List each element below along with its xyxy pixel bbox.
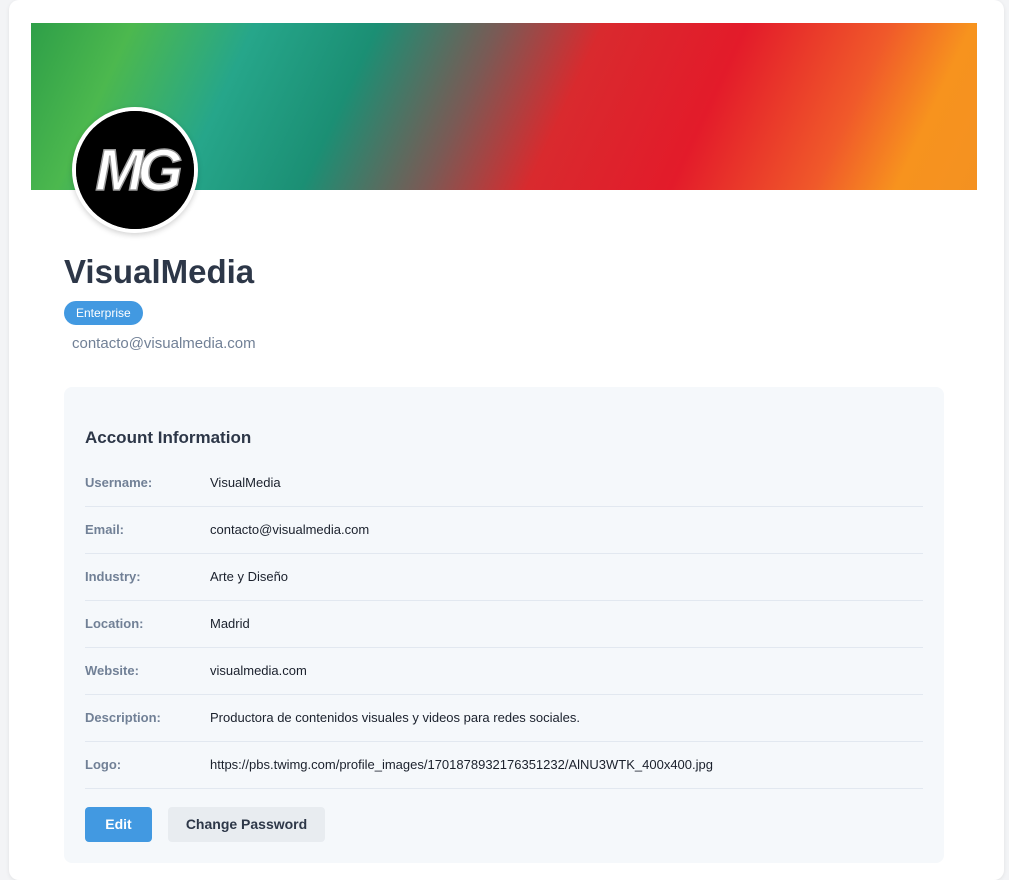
svg-text:MG: MG [95, 138, 181, 203]
avatar: MG [72, 107, 198, 233]
info-label: Username: [85, 475, 153, 490]
plan-badge: Enterprise [64, 301, 143, 325]
info-row-email: Email: contacto@visualmedia.com [85, 506, 923, 554]
info-row-industry: Industry: Arte y Diseño [85, 553, 923, 601]
info-value: https://pbs.twimg.com/profile_images/170… [210, 757, 713, 772]
edit-button[interactable]: Edit [85, 807, 152, 842]
account-info-panel: Account Information Username: VisualMedi… [64, 387, 944, 863]
info-label: Logo: [85, 757, 122, 772]
info-label: Website: [85, 663, 139, 678]
account-info-title: Account Information [85, 428, 252, 447]
info-label: Industry: [85, 569, 141, 584]
info-row-location: Location: Madrid [85, 600, 923, 648]
change-password-button[interactable]: Change Password [168, 807, 325, 842]
info-value: Arte y Diseño [210, 569, 289, 584]
info-value: Madrid [210, 616, 250, 631]
info-value: visualmedia.com [210, 663, 307, 678]
info-label: Email: [85, 522, 125, 537]
info-row-description: Description: Productora de contenidos vi… [85, 694, 923, 742]
info-row-website: Website: visualmedia.com [85, 647, 923, 695]
profile-email: contacto@visualmedia.com [72, 335, 256, 352]
info-row-username: Username: VisualMedia [85, 459, 923, 507]
avatar-logo: MG [76, 111, 194, 229]
info-label: Description: [85, 710, 161, 725]
company-logo-image: MG [76, 111, 194, 229]
info-value: Productora de contenidos visuales y vide… [210, 710, 580, 725]
info-row-logo: Logo: https://pbs.twimg.com/profile_imag… [85, 741, 923, 789]
info-value: VisualMedia [210, 475, 281, 490]
info-label: Location: [85, 616, 144, 631]
profile-name: VisualMedia [64, 253, 255, 290]
info-value: contacto@visualmedia.com [210, 522, 370, 537]
